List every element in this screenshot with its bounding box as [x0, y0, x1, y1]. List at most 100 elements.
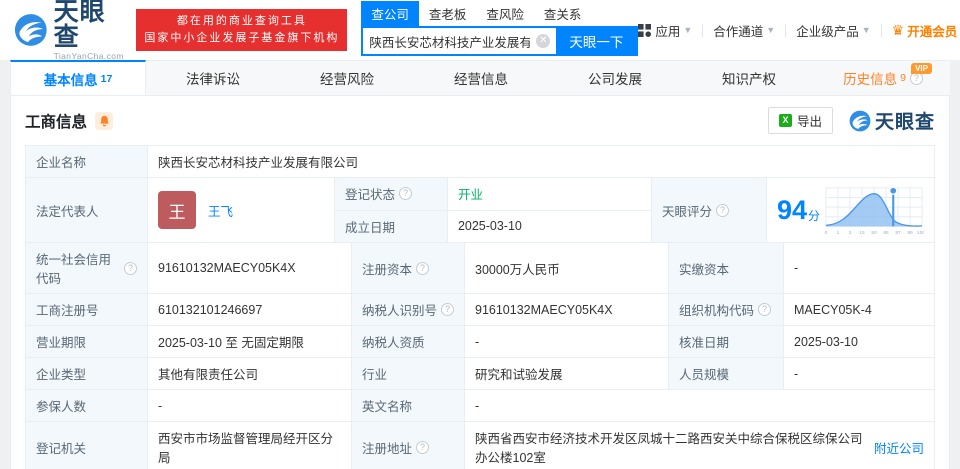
- detail-tabbar: 基本信息 17 法律诉讼 经营风险 经营信息 公司发展 知识产权 VIP 历史信…: [10, 60, 950, 96]
- taxpayer-id-label: 纳税人识别号 ?: [352, 294, 465, 325]
- svg-text:1: 1: [837, 230, 840, 236]
- reg-status-label: 登记状态 ?: [334, 178, 448, 210]
- chevron-down-icon: ▼: [683, 25, 693, 35]
- tab-history-info[interactable]: VIP 历史信息 9 ?: [816, 61, 950, 95]
- tab-business-info[interactable]: 经营信息: [414, 61, 548, 95]
- svg-text:99: 99: [907, 230, 913, 236]
- help-icon[interactable]: ?: [398, 187, 412, 201]
- tab-operating-risk-label: 经营风险: [320, 72, 374, 87]
- help-icon[interactable]: ?: [124, 261, 137, 275]
- nav-apps-label: 应用: [655, 24, 681, 39]
- slogan-line1: 都在用的商业查询工具: [176, 14, 307, 27]
- tianyancha-logo[interactable]: 天眼查 TianYanCha.com: [14, 0, 126, 60]
- search-tab-relation[interactable]: 查关系: [534, 1, 592, 26]
- search-input[interactable]: [363, 28, 537, 54]
- nearby-companies-link[interactable]: 附近公司: [874, 438, 924, 457]
- org-code-label-text: 组织机构代码: [679, 304, 755, 318]
- reg-number-label: 工商注册号: [26, 294, 148, 325]
- reg-status-label-text: 登记状态: [344, 188, 395, 203]
- legal-rep-link[interactable]: 王飞: [208, 201, 233, 220]
- tab-history-info-label: 历史信息: [843, 72, 898, 87]
- english-name-label: 英文名称: [352, 390, 465, 421]
- approve-date-value: 2025-03-10: [794, 334, 858, 349]
- nav-vip[interactable]: ♛ 开通会员 ▼: [892, 21, 960, 40]
- org-code-label: 组织机构代码 ?: [669, 294, 784, 325]
- help-icon[interactable]: ?: [758, 303, 772, 316]
- industry-label: 行业: [352, 358, 465, 389]
- chevron-down-icon: ▼: [766, 25, 776, 35]
- industry-value: 研究和试验发展: [465, 358, 669, 389]
- score-value: 94: [776, 194, 807, 225]
- brand-watermark: 天眼查: [849, 107, 935, 134]
- help-icon[interactable]: ?: [715, 203, 729, 217]
- monitor-bell-button[interactable]: [95, 111, 114, 130]
- excel-icon: X: [778, 114, 792, 127]
- logo-domain: TianYanCha.com: [53, 50, 124, 61]
- search-tab-boss[interactable]: 查老板: [419, 1, 477, 26]
- help-icon[interactable]: ?: [441, 303, 454, 316]
- reg-status-value: 开业: [448, 178, 652, 210]
- nav-vip-label: 开通会员: [907, 24, 958, 39]
- tab-basic-info-label: 基本信息: [43, 72, 98, 88]
- tianyancha-swirl-icon: [14, 14, 47, 46]
- taxpayer-id-label-text: 纳税人识别号: [362, 304, 438, 318]
- score-distribution-chart: 0 1 3 15 50 85 97 99 100: [825, 186, 924, 236]
- tab-intellectual-property[interactable]: 知识产权: [682, 61, 816, 95]
- logo-title: 天眼查: [53, 0, 106, 51]
- tab-operating-risk[interactable]: 经营风险: [280, 61, 414, 95]
- divider: [880, 23, 882, 37]
- business-term-label: 营业期限: [26, 326, 148, 357]
- registration-table: 企业名称 陕西长安芯材科技产业发展有限公司 法定代表人 王 王飞 登记状态 ?: [25, 145, 935, 469]
- search-area: 查公司 查老板 查风险 查关系 ✕ 天眼一下: [361, 1, 639, 56]
- tab-business-info-label: 经营信息: [454, 72, 508, 87]
- taxpayer-quality-value: -: [465, 326, 669, 357]
- tab-legal-label: 法律诉讼: [186, 72, 240, 87]
- tab-intellectual-property-label: 知识产权: [722, 72, 776, 87]
- taxpayer-quality-label: 纳税人资质: [352, 326, 465, 357]
- nav-partner[interactable]: 合作通道 ▼: [713, 21, 775, 40]
- tab-legal[interactable]: 法律诉讼: [146, 61, 280, 95]
- top-nav: 应用 ▼ 合作通道 ▼ 企业级产品 ▼ ♛ 开通会员 ▼ 费米: [638, 21, 960, 40]
- search-button[interactable]: 天眼一下: [556, 28, 637, 54]
- nav-apps[interactable]: 应用 ▼: [638, 21, 692, 40]
- reg-authority-label: 登记机关: [26, 422, 148, 469]
- bell-icon: [99, 115, 109, 126]
- apps-grid-icon: [638, 23, 652, 37]
- svg-text:50: 50: [871, 230, 877, 236]
- divider: [702, 23, 704, 37]
- clear-icon[interactable]: ✕: [536, 34, 551, 48]
- reg-address-value: 陕西省西安市经济技术开发区凤城十二路西安关中综合保税区综保公司办公楼102室: [475, 432, 863, 465]
- insured-label: 参保人数: [26, 390, 148, 421]
- score-cell: 94 分 0 1 3 15 50 85 97 99 10: [767, 178, 934, 242]
- establish-date-label: 成立日期: [334, 210, 448, 242]
- help-icon[interactable]: ?: [416, 261, 430, 275]
- crown-icon: ♛: [891, 21, 905, 38]
- uscc-value: 91610132MAECY05K4X: [148, 243, 352, 293]
- company-type-label: 企业类型: [26, 358, 148, 389]
- reg-address-cell: 陕西省西安市经济技术开发区凤城十二路西安关中综合保税区综保公司办公楼102室 附…: [465, 422, 934, 469]
- reg-address-label: 注册地址 ?: [352, 422, 465, 469]
- tab-company-development[interactable]: 公司发展: [548, 61, 682, 95]
- slogan-line2: 国家中小企业发展子基金旗下机构: [144, 32, 340, 44]
- search-tab-risk[interactable]: 查风险: [476, 1, 534, 26]
- paid-capital-value: -: [794, 261, 799, 275]
- svg-text:100: 100: [917, 230, 924, 236]
- staff-size-label: 人员规模: [669, 358, 784, 389]
- taxpayer-id-value: 91610132MAECY05K4X: [465, 294, 669, 325]
- uscc-label-text: 统一社会信用代码: [36, 253, 112, 286]
- slogan-banner: 都在用的商业查询工具 国家中小企业发展子基金旗下机构: [136, 8, 348, 52]
- legal-rep-label: 法定代表人: [26, 178, 148, 242]
- tab-company-development-label: 公司发展: [588, 72, 642, 87]
- nav-enterprise[interactable]: 企业级产品 ▼: [796, 21, 870, 40]
- svg-text:3: 3: [849, 230, 852, 236]
- approve-date-label: 核准日期: [669, 326, 784, 357]
- tab-basic-info[interactable]: 基本信息 17: [10, 60, 146, 95]
- export-button[interactable]: X 导出: [767, 107, 833, 134]
- search-tab-company[interactable]: 查公司: [361, 1, 419, 26]
- divider: [785, 23, 787, 37]
- svg-text:0: 0: [825, 230, 828, 236]
- legal-rep-avatar[interactable]: 王: [158, 191, 196, 229]
- section-title: 工商信息: [25, 113, 88, 131]
- help-icon[interactable]: ?: [416, 440, 430, 454]
- brand-title: 天眼查: [874, 112, 935, 133]
